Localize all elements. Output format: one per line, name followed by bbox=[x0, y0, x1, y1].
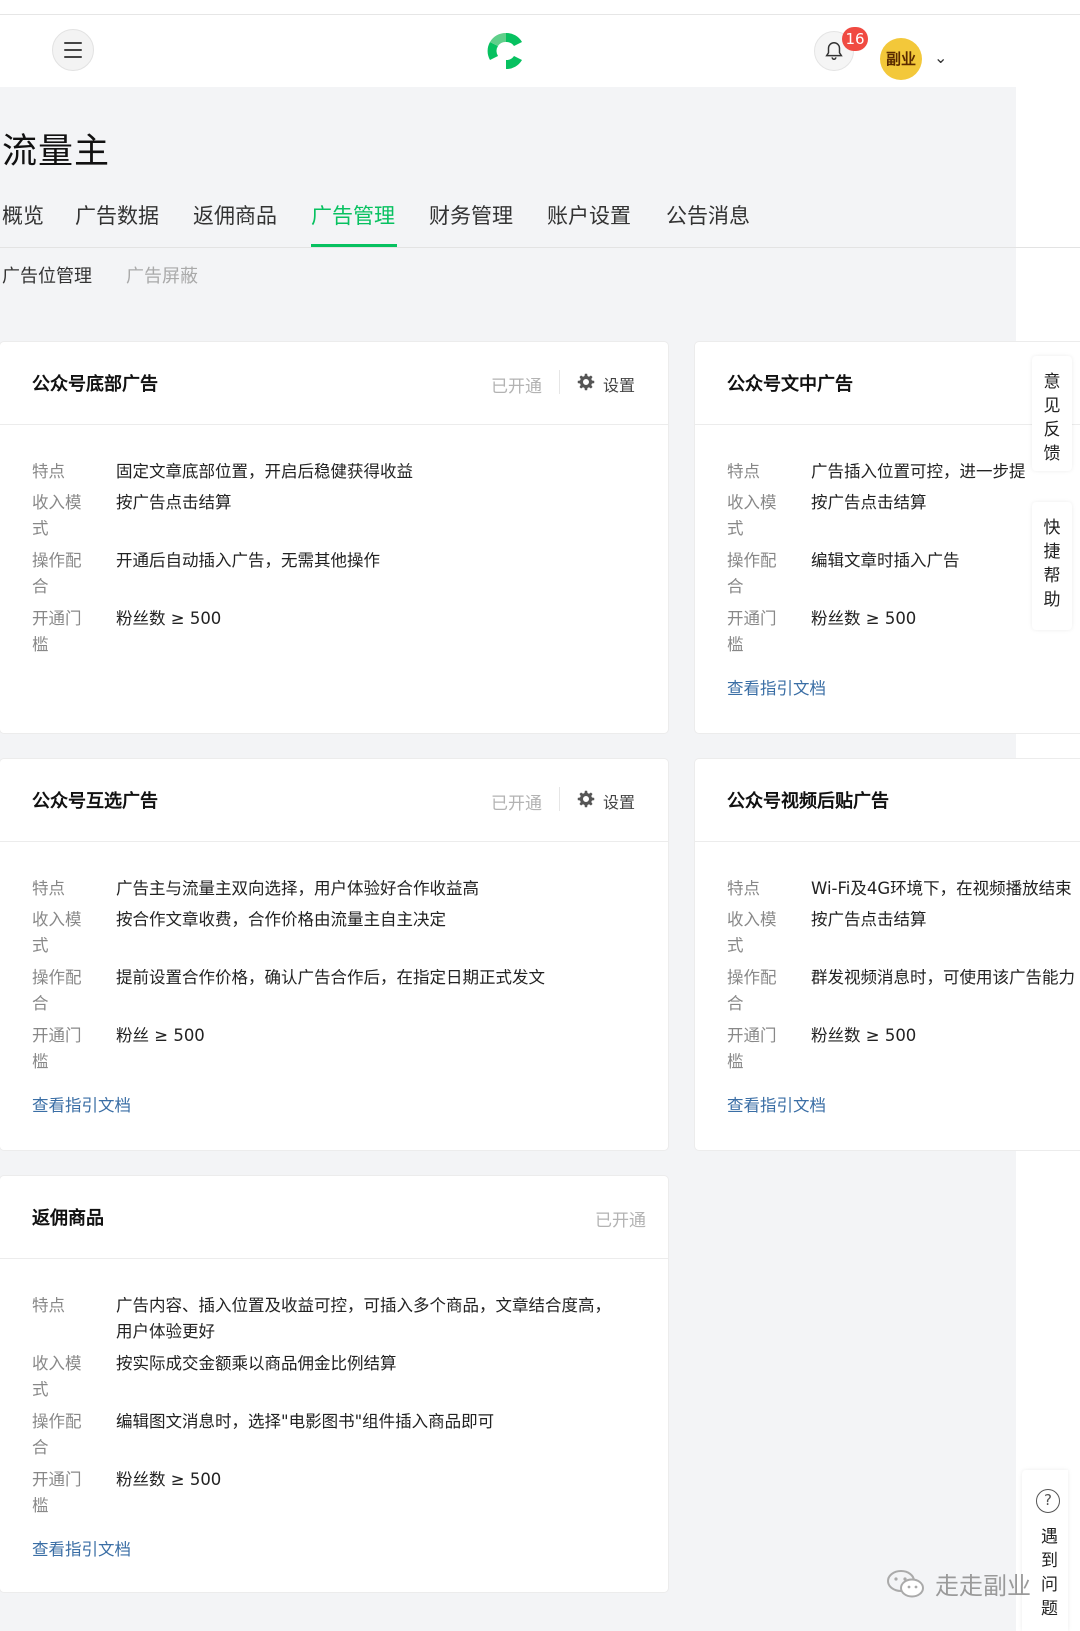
card-header: 公众号视频后贴广告 bbox=[695, 759, 1080, 842]
status-badge: 已开通 bbox=[491, 794, 542, 814]
operation-value: 编辑文章时插入广告 bbox=[811, 551, 960, 570]
subtab-ad-slot-management[interactable]: 广告位管理 bbox=[2, 262, 92, 288]
guide-doc-link[interactable]: 查看指引文档 bbox=[727, 675, 826, 699]
tab-commission-goods[interactable]: 返佣商品 bbox=[193, 200, 277, 230]
threshold-value: 粉丝数 ≥ 500 bbox=[811, 1026, 917, 1045]
operation-value: 编辑图文消息时，选择"电影图书"组件插入商品即可 bbox=[116, 1412, 495, 1431]
guide-doc-link[interactable]: 查看指引文档 bbox=[32, 1092, 131, 1116]
tab-account-settings[interactable]: 账户设置 bbox=[547, 200, 631, 230]
threshold-label: 开通门槛 bbox=[727, 1026, 777, 1071]
app-logo-icon[interactable] bbox=[484, 29, 528, 73]
operation-value: 提前设置合作价格，确认广告合作后，在指定日期正式发文 bbox=[116, 968, 545, 987]
tabs-divider bbox=[0, 247, 1080, 248]
threshold-value: 粉丝 ≥ 500 bbox=[116, 1026, 205, 1045]
status-badge: 已开通 bbox=[595, 1211, 646, 1231]
ad-card-commission-goods: 返佣商品 已开通 特点 广告内容、插入位置及收益可控，可插入多个商品，文章结合度… bbox=[0, 1176, 668, 1592]
user-avatar[interactable]: 副业 bbox=[880, 38, 922, 80]
feature-value: Wi-Fi及4G环境下，在视频播放结束 bbox=[811, 879, 1072, 898]
operation-value: 群发视频消息时，可使用该广告能力 bbox=[811, 968, 1075, 987]
income-label: 收入模式 bbox=[727, 910, 777, 955]
feature-label: 特点 bbox=[32, 1296, 65, 1315]
income-value: 按实际成交金额乘以商品佣金比例结算 bbox=[116, 1354, 397, 1373]
wechat-icon bbox=[887, 1570, 924, 1598]
tab-announcements[interactable]: 公告消息 bbox=[666, 200, 750, 230]
threshold-value: 粉丝数 ≥ 500 bbox=[116, 1470, 222, 1489]
problem-help-label: 遇到问题 bbox=[1041, 1527, 1058, 1619]
bell-icon bbox=[825, 42, 843, 60]
threshold-label: 开通门槛 bbox=[727, 609, 777, 654]
card-title: 公众号互选广告 bbox=[32, 791, 158, 812]
income-value: 按广告点击结算 bbox=[116, 493, 232, 512]
threshold-label: 开通门槛 bbox=[32, 1470, 82, 1515]
menu-icon-bar bbox=[64, 49, 82, 51]
operation-label: 操作配合 bbox=[727, 968, 777, 1013]
feature-value: 广告主与流量主双向选择，用户体验好合作收益高 bbox=[116, 879, 479, 898]
threshold-value: 粉丝数 ≥ 500 bbox=[116, 609, 222, 628]
status-badge: 已开通 bbox=[491, 377, 542, 397]
feature-label: 特点 bbox=[727, 462, 760, 481]
income-value: 按广告点击结算 bbox=[811, 910, 927, 929]
threshold-value: 粉丝数 ≥ 500 bbox=[811, 609, 917, 628]
card-title: 公众号底部广告 bbox=[32, 374, 158, 395]
income-label: 收入模式 bbox=[32, 493, 82, 538]
settings-button[interactable]: 设置 bbox=[603, 789, 635, 813]
card-header: 公众号底部广告 已开通 设置 bbox=[0, 342, 668, 425]
threshold-label: 开通门槛 bbox=[32, 1026, 82, 1071]
threshold-label: 开通门槛 bbox=[32, 609, 82, 654]
menu-icon-bar bbox=[64, 56, 82, 58]
feature-value: 广告插入位置可控，进一步提 bbox=[811, 462, 1026, 481]
ad-card-in-article: 公众号文中广告 特点 广告插入位置可控，进一步提 收入模式 按广告点击结算 操作… bbox=[695, 342, 1080, 733]
operation-label: 操作配合 bbox=[32, 968, 82, 1013]
income-value: 按合作文章收费，合作价格由流量主自主决定 bbox=[116, 910, 446, 929]
income-label: 收入模式 bbox=[32, 1354, 82, 1399]
card-header: 返佣商品 已开通 bbox=[0, 1176, 668, 1259]
ad-card-bottom: 公众号底部广告 已开通 设置 特点 固定文章底部位置，开启后稳健获得收益 收入模… bbox=[0, 342, 668, 733]
watermark-text: 走走副业 bbox=[935, 1572, 1031, 1600]
feature-value: 广告内容、插入位置及收益可控，可插入多个商品，文章结合度高，用户体验更好 bbox=[116, 1296, 611, 1341]
feature-label: 特点 bbox=[727, 879, 760, 898]
income-value: 按广告点击结算 bbox=[811, 493, 927, 512]
guide-doc-link[interactable]: 查看指引文档 bbox=[32, 1536, 131, 1560]
tab-finance[interactable]: 财务管理 bbox=[429, 200, 513, 230]
feedback-button[interactable]: 意见反馈 bbox=[1032, 356, 1072, 471]
tab-ad-data[interactable]: 广告数据 bbox=[75, 200, 159, 230]
feedback-label: 意见反馈 bbox=[1043, 372, 1061, 464]
ad-card-video-post-roll: 公众号视频后贴广告 特点 Wi-Fi及4G环境下，在视频播放结束 收入模式 按广… bbox=[695, 759, 1080, 1150]
card-title: 公众号视频后贴广告 bbox=[727, 791, 889, 812]
menu-icon bbox=[64, 42, 82, 44]
operation-label: 操作配合 bbox=[32, 1412, 82, 1457]
card-title: 返佣商品 bbox=[32, 1208, 104, 1229]
divider bbox=[559, 370, 560, 394]
subtab-ad-blocking[interactable]: 广告屏蔽 bbox=[126, 262, 198, 288]
operation-label: 操作配合 bbox=[727, 551, 777, 596]
feature-label: 特点 bbox=[32, 879, 65, 898]
hamburger-menu-button[interactable] bbox=[52, 29, 94, 71]
operation-label: 操作配合 bbox=[32, 551, 82, 596]
ad-card-mutual-selection: 公众号互选广告 已开通 设置 特点 广告主与流量主双向选择，用户体验好合作收益高… bbox=[0, 759, 668, 1150]
gear-icon[interactable] bbox=[577, 790, 595, 808]
page-title: 流量主 bbox=[2, 132, 111, 172]
income-label: 收入模式 bbox=[727, 493, 777, 538]
card-header: 公众号文中广告 bbox=[695, 342, 1080, 425]
feature-label: 特点 bbox=[32, 462, 65, 481]
card-title: 公众号文中广告 bbox=[727, 374, 853, 395]
quick-help-button[interactable]: 快捷帮助 bbox=[1032, 502, 1072, 630]
notification-badge: 16 bbox=[842, 27, 868, 51]
guide-doc-link[interactable]: 查看指引文档 bbox=[727, 1092, 826, 1116]
card-header: 公众号互选广告 已开通 设置 bbox=[0, 759, 668, 842]
feature-value: 固定文章底部位置，开启后稳健获得收益 bbox=[116, 462, 413, 481]
tab-overview[interactable]: 概览 bbox=[2, 200, 44, 230]
tab-ad-management[interactable]: 广告管理 bbox=[311, 200, 395, 230]
gear-icon[interactable] bbox=[577, 373, 595, 391]
divider bbox=[559, 787, 560, 811]
income-label: 收入模式 bbox=[32, 910, 82, 955]
operation-value: 开通后自动插入广告，无需其他操作 bbox=[116, 551, 380, 570]
quick-help-label: 快捷帮助 bbox=[1043, 518, 1061, 610]
settings-button[interactable]: 设置 bbox=[603, 372, 635, 396]
question-icon: ? bbox=[1036, 1489, 1060, 1513]
chevron-down-icon[interactable]: ⌄ bbox=[934, 48, 947, 67]
